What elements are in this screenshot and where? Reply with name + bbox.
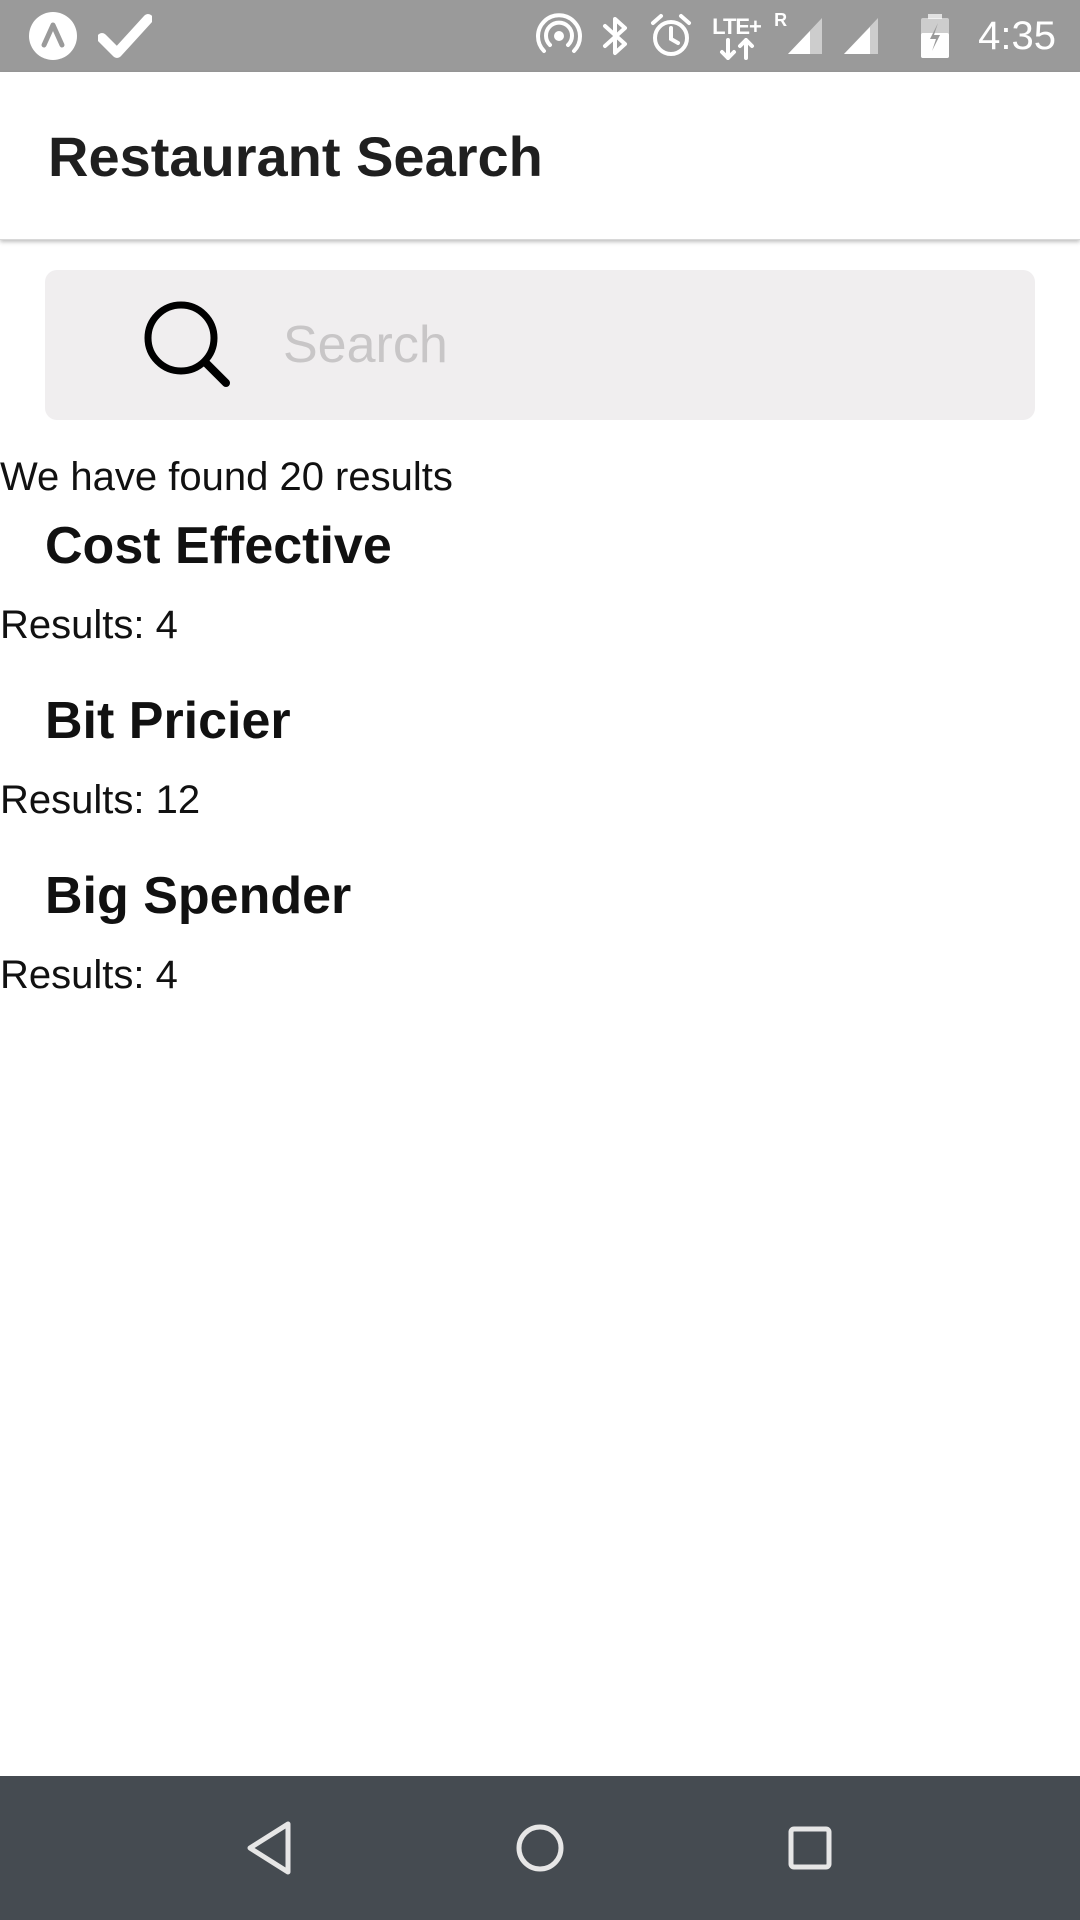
alarm-icon bbox=[651, 14, 692, 56]
group-count-cost-effective: Results: 4 bbox=[0, 603, 178, 647]
signal-icon bbox=[844, 18, 879, 54]
status-right: LTE+ R 4:35 bbox=[536, 0, 1056, 72]
signal-icon bbox=[788, 18, 823, 54]
group-count-bit-pricier: Results: 12 bbox=[0, 778, 201, 822]
group-title-cost-effective: Cost Effective bbox=[45, 517, 392, 575]
app-notification-icon bbox=[29, 12, 77, 60]
search-icon bbox=[144, 301, 230, 387]
status-left bbox=[28, 0, 152, 72]
navigation-bar bbox=[0, 1776, 1080, 1920]
search-bar[interactable] bbox=[45, 270, 1035, 420]
group-title-bit-pricier: Bit Pricier bbox=[45, 692, 291, 750]
status-time: 4:35 bbox=[978, 13, 1056, 58]
hotspot-icon bbox=[536, 13, 583, 53]
recents-icon[interactable] bbox=[774, 1812, 846, 1884]
battery-icon bbox=[921, 14, 950, 58]
network-type-label: LTE+ bbox=[712, 14, 762, 39]
group-count-big-spender: Results: 4 bbox=[0, 953, 178, 997]
home-icon[interactable] bbox=[504, 1812, 576, 1884]
page-title: Restaurant Search bbox=[48, 125, 543, 188]
bluetooth-icon bbox=[603, 17, 628, 55]
back-icon[interactable] bbox=[234, 1812, 306, 1884]
status-bar: LTE+ R 4:35 bbox=[0, 0, 1080, 72]
app-bar: Restaurant Search bbox=[0, 72, 1080, 240]
screen: LTE+ R 4:35 Restaurant Search Search We … bbox=[0, 0, 1080, 1920]
lte-icon: LTE+ R bbox=[712, 10, 787, 60]
results-summary: We have found 20 results bbox=[0, 455, 453, 499]
roaming-label: R bbox=[774, 10, 788, 30]
search-input[interactable] bbox=[283, 270, 1013, 420]
group-title-big-spender: Big Spender bbox=[45, 867, 352, 925]
check-icon bbox=[98, 14, 152, 58]
